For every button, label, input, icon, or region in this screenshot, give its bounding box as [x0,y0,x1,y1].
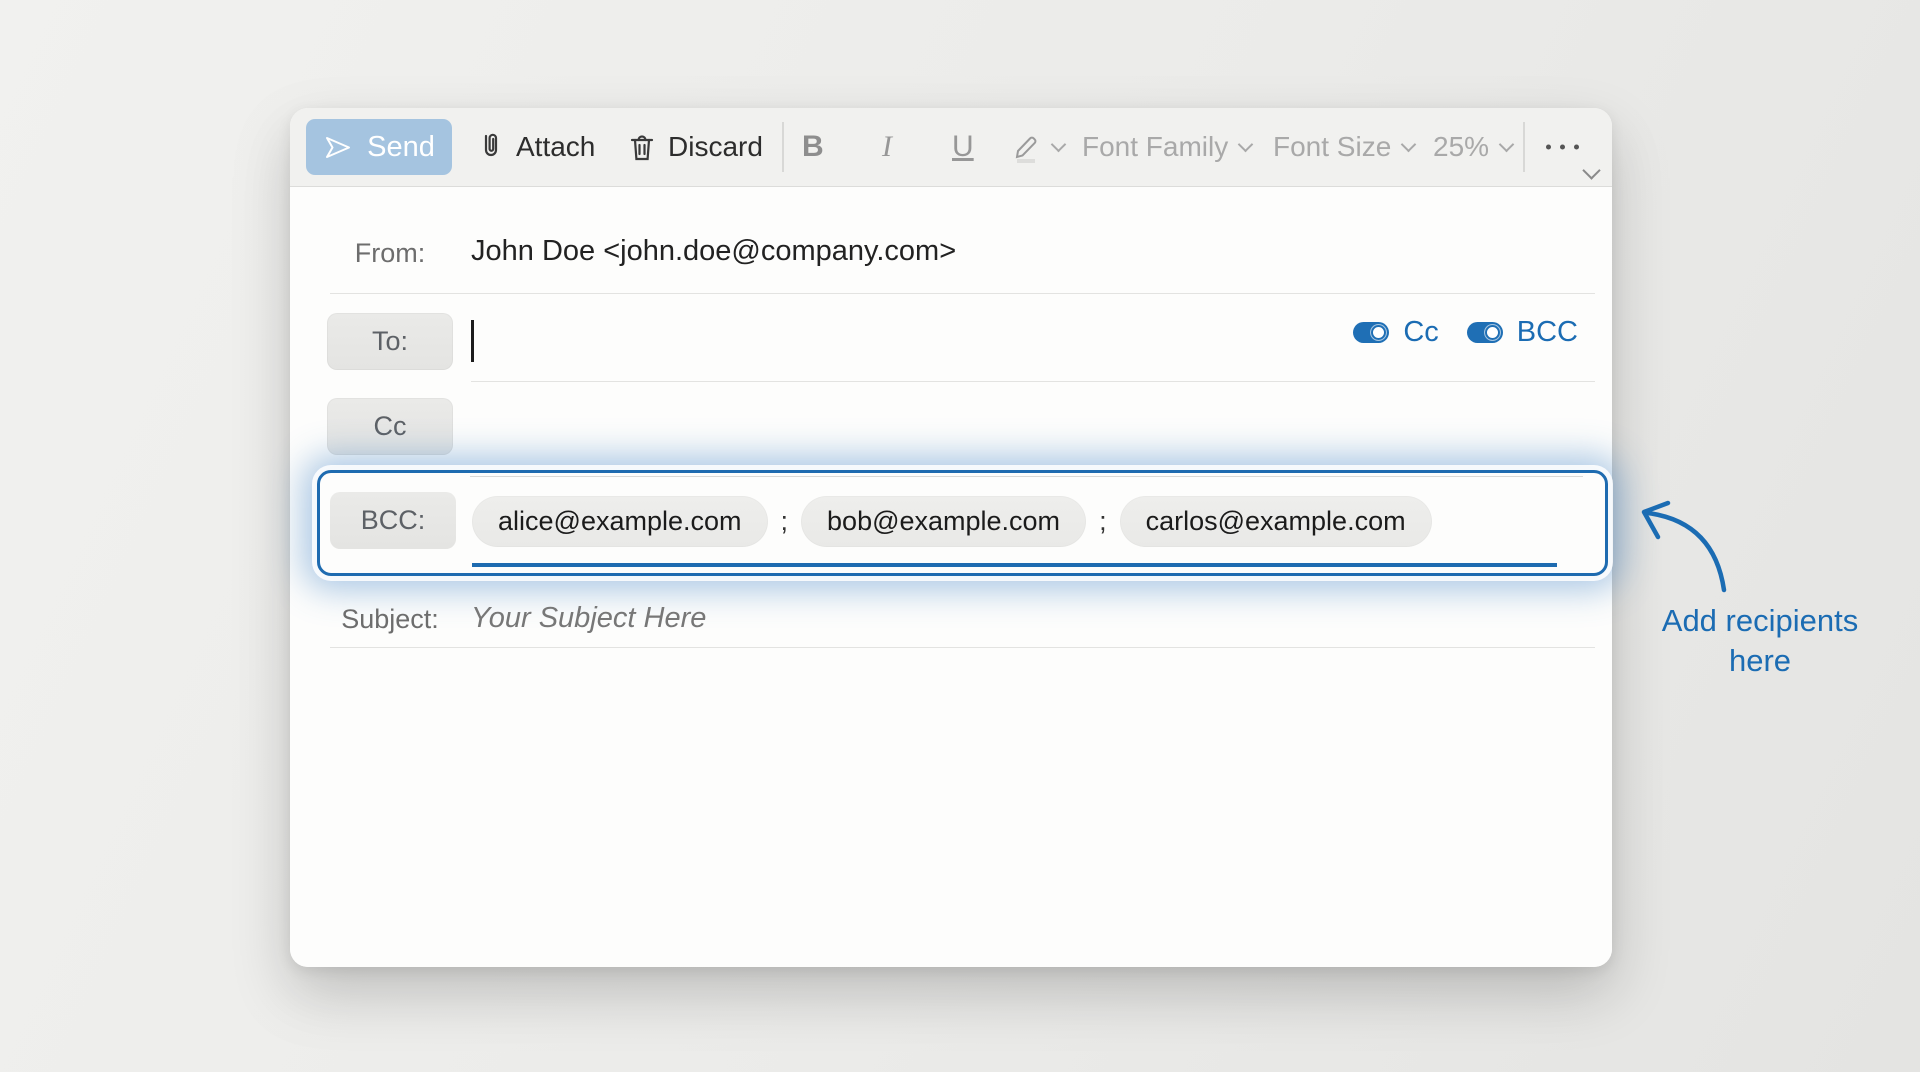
underline-button[interactable]: U [952,130,974,164]
underline-label: U [952,130,974,164]
recipient-chip[interactable]: bob@example.com [801,496,1086,547]
cc-label: Cc [374,411,407,442]
recipient-chip[interactable]: alice@example.com [472,496,768,547]
compose-window: Send Attach [290,108,1612,967]
zoom-level-label: 25% [1433,131,1489,163]
font-family-dropdown[interactable]: Font Family [1082,131,1251,163]
send-label: Send [367,131,435,164]
bcc-toggle[interactable] [1467,322,1503,343]
annotation-text: Add recipients here [1635,601,1885,681]
recipient-chip[interactable]: carlos@example.com [1120,496,1432,547]
email-compose-screen: Send Attach [0,0,1920,1072]
send-button[interactable]: Send [306,119,452,175]
annotation-line1: Add recipients [1635,601,1885,641]
annotation-arrow-icon [1628,494,1758,614]
cc-field-button[interactable]: Cc [327,398,453,455]
bcc-field-button[interactable]: BCC: [330,492,456,549]
message-body-editor[interactable] [290,648,1612,967]
chevron-down-icon [1051,136,1067,152]
chevron-down-icon [1499,136,1515,152]
cc-toggle[interactable] [1353,322,1389,343]
bold-label: B [802,130,824,164]
font-family-label: Font Family [1082,131,1228,163]
zoom-dropdown[interactable]: 25% [1433,131,1512,163]
highlight-dropdown[interactable] [1010,130,1064,164]
bcc-field-underline [472,563,1557,567]
italic-label: I [882,130,892,164]
bcc-recipient-list[interactable]: alice@example.com; bob@example.com; carlos… [472,496,1432,547]
compose-toolbar: Send Attach [290,108,1612,187]
pen-icon [1010,130,1044,164]
attach-button[interactable]: Attach [478,131,595,163]
from-label: From: [327,238,453,269]
bcc-label: BCC: [361,505,426,536]
cc-field-underline [470,476,1583,477]
overflow-button[interactable] [1546,145,1579,150]
from-value: John Doe <john.doe@company.com> [471,235,956,268]
recipient-separator: ; [781,506,789,537]
subject-label: Subject: [327,604,453,635]
annotation-line2: here [1635,641,1885,681]
chevron-down-icon [1401,136,1417,152]
text-cursor [471,320,474,362]
toolbar-divider [1523,122,1525,172]
bold-button[interactable]: B [802,130,824,164]
toggle-knob [1371,325,1386,340]
to-field-button[interactable]: To: [327,313,453,370]
bcc-field-highlighted[interactable]: BCC: alice@example.com; bob@example.com; c… [317,470,1608,576]
trash-icon [628,132,656,163]
row-divider [330,293,1595,294]
to-field-underline [471,381,1595,382]
toggle-knob [1485,325,1500,340]
paperclip-icon [478,131,504,163]
toolbar-divider [782,122,784,172]
bcc-toggle-label: BCC [1517,316,1578,349]
to-label: To: [372,326,408,357]
recipient-separator: ; [1099,506,1107,537]
italic-button[interactable]: I [882,130,892,164]
paper-plane-icon [323,134,353,161]
collapse-toolbar-chevron-icon[interactable] [1582,161,1600,179]
font-size-dropdown[interactable]: Font Size [1273,131,1414,163]
attach-label: Attach [516,131,595,163]
chevron-down-icon [1238,136,1254,152]
discard-label: Discard [668,131,763,163]
subject-input[interactable]: Your Subject Here [471,602,706,635]
font-size-label: Font Size [1273,131,1391,163]
ellipsis-icon [1546,145,1551,150]
discard-button[interactable]: Discard [628,131,763,163]
cc-toggle-label: Cc [1403,316,1438,349]
recipient-toggles: Cc BCC [1353,304,1578,360]
